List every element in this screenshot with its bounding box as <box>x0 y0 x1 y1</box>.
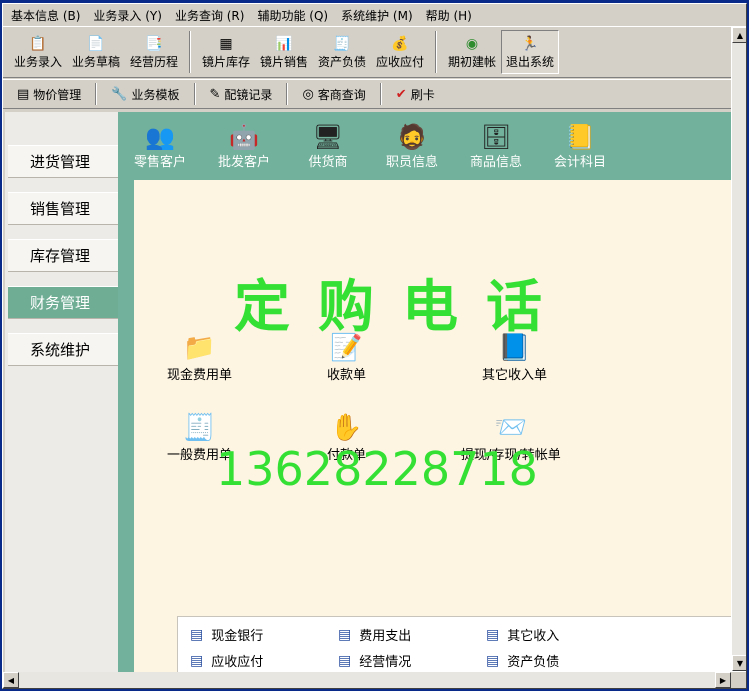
merchant-query-button[interactable]: ◎ 客商查询 <box>298 82 379 106</box>
info-iconbar: 👥 零售客户 🤖 批发客户 🖥 供货商 🧔 职员信息 🗄 商品信息 📒 会计科目 <box>118 112 733 176</box>
list-icon: ▤ <box>338 626 352 643</box>
cash-expense-icon: 📁 <box>183 333 216 363</box>
balance-sheet-button[interactable]: 🧾 资产负债 <box>313 27 371 77</box>
checkmark-icon: ✔ <box>395 86 407 102</box>
left-navigation: 进货管理 销售管理 库存管理 财务管理 系统维护 <box>5 112 118 678</box>
content-frame: 👥 零售客户 🤖 批发客户 🖥 供货商 🧔 职员信息 🗄 商品信息 📒 会计科目… <box>118 112 746 678</box>
toolbar-separator <box>95 83 98 105</box>
horizontal-scrollbar[interactable]: ◀ ▶ <box>3 672 731 688</box>
balance-icon: 🧾 <box>333 35 351 52</box>
secondary-toolbar: ▤ 物价管理 🔧 业务模板 ✎ 配镜记录 ◎ 客商查询 ✔ 刷卡 <box>3 79 746 109</box>
lens-stock-button[interactable]: ▦ 镜片库存 <box>197 27 255 77</box>
wholesale-customer-icon: 🤖 <box>229 123 259 151</box>
transfer-icon: 📨 <box>494 413 528 443</box>
list-icon: ▤ <box>486 626 500 643</box>
entry-icon: 📋 <box>29 35 47 52</box>
order-phone-watermark-title: 定购电话 <box>234 275 570 340</box>
finance-panel: 📁 现金费用单 📝 收款单 📘 其它收入单 🧾 一般费用单 ✋ 付款单 📨 提现… <box>134 180 746 678</box>
exit-runner-icon: 🏃 <box>521 35 539 52</box>
accounting-subject-button[interactable]: 📒 会计科目 <box>538 112 622 176</box>
nav-item-inventory[interactable]: 库存管理 <box>8 239 118 272</box>
nav-item-purchase[interactable]: 进货管理 <box>8 145 118 178</box>
lens-sales-button[interactable]: 📊 镜片销售 <box>255 27 313 77</box>
vertical-scrollbar[interactable]: ▲ ▼ <box>731 27 746 671</box>
business-template-button[interactable]: 🔧 业务模板 <box>107 82 193 106</box>
payment-hand-icon: ✋ <box>330 413 363 443</box>
card-swipe-button[interactable]: ✔ 刷卡 <box>392 82 449 106</box>
toolbar-separator <box>379 83 382 105</box>
opening-account-button[interactable]: ◉ 期初建帐 <box>443 27 501 77</box>
product-info-button[interactable]: 🗄 商品信息 <box>454 112 538 176</box>
exit-system-button[interactable]: 🏃 退出系统 <box>501 30 560 74</box>
general-expense-icon: 🧾 <box>183 413 216 443</box>
list-icon: ▤ <box>338 652 352 669</box>
receivable-payable-button[interactable]: 💰 应收应付 <box>371 27 429 77</box>
menu-business-entry[interactable]: 业务录入 (Y) <box>89 7 171 24</box>
menu-system-maintenance[interactable]: 系统维护 (M) <box>337 7 422 24</box>
link-cash-bank[interactable]: ▤ 现金银行 <box>190 625 263 645</box>
menu-basic-info[interactable]: 基本信息 (B) <box>7 7 89 24</box>
menu-business-query[interactable]: 业务查询 (R) <box>171 7 254 24</box>
toolbar-separator <box>435 31 437 73</box>
link-balance-sheet[interactable]: ▤ 资产负债 <box>486 651 559 671</box>
report-links: ▤ 现金银行 ▤ 费用支出 ▤ 其它收入 ▤ 应收应付 ▤ 经营情况 ▤ 资产负… <box>177 616 746 674</box>
scroll-left-icon[interactable]: ◀ <box>3 672 19 688</box>
operation-history-button[interactable]: 📑 经营历程 <box>125 27 183 77</box>
link-expense[interactable]: ▤ 费用支出 <box>338 625 411 645</box>
business-entry-button[interactable]: 📋 业务录入 <box>9 27 67 77</box>
list-icon: ▤ <box>190 652 204 669</box>
lens-stock-icon: ▦ <box>219 35 233 52</box>
product-icon: 🗄 <box>480 123 512 151</box>
staff-icon: 🧔 <box>397 123 427 151</box>
menu-aux-functions[interactable]: 辅助功能 (Q) <box>253 7 337 24</box>
supplier-button[interactable]: 🖥 供货商 <box>286 112 370 176</box>
list-icon: ▤ <box>486 652 500 669</box>
menubar: 基本信息 (B) 业务录入 (Y) 业务查询 (R) 辅助功能 (Q) 系统维护… <box>3 4 746 26</box>
template-icon: 🔧 <box>111 86 128 102</box>
price-icon: ▤ <box>17 86 30 102</box>
retail-customer-button[interactable]: 👥 零售客户 <box>118 112 202 176</box>
scroll-right-icon[interactable]: ▶ <box>715 672 731 688</box>
toolbar-separator <box>286 83 289 105</box>
nav-item-system[interactable]: 系统维护 <box>8 333 118 366</box>
retail-customer-icon: 👥 <box>145 123 175 151</box>
list-icon: ▤ <box>190 626 204 643</box>
main-toolbar: 📋 业务录入 📄 业务草稿 📑 经营历程 ▦ 镜片库存 📊 镜片销售 🧾 资产负… <box>3 26 746 78</box>
glasses-record-button[interactable]: ✎ 配镜记录 <box>206 82 287 106</box>
nav-item-finance[interactable]: 财务管理 <box>8 286 118 319</box>
history-icon: 📑 <box>145 35 163 52</box>
toolbar-separator <box>193 83 196 105</box>
cash-expense-doc[interactable]: 📁 现金费用单 <box>167 332 232 383</box>
scroll-up-icon[interactable]: ▲ <box>732 27 746 43</box>
nav-item-sales[interactable]: 销售管理 <box>8 192 118 225</box>
toolbar-separator <box>189 31 191 73</box>
link-receivable-payable[interactable]: ▤ 应收应付 <box>190 651 263 671</box>
supplier-icon: 🖥 <box>312 123 344 151</box>
app-window: 基本信息 (B) 业务录入 (Y) 业务查询 (R) 辅助功能 (Q) 系统维护… <box>2 3 747 689</box>
order-phone-number: 13628228718 <box>216 442 538 496</box>
link-operation-status[interactable]: ▤ 经营情况 <box>338 651 411 671</box>
menu-help[interactable]: 帮助 (H) <box>422 7 481 24</box>
lens-sales-icon: 📊 <box>275 35 293 52</box>
glasses-record-icon: ✎ <box>209 86 221 102</box>
price-management-button[interactable]: ▤ 物价管理 <box>13 82 95 106</box>
opening-account-icon: ◉ <box>465 35 479 52</box>
wholesale-customer-button[interactable]: 🤖 批发客户 <box>202 112 286 176</box>
scroll-down-icon[interactable]: ▼ <box>732 655 746 671</box>
link-other-income[interactable]: ▤ 其它收入 <box>486 625 559 645</box>
business-draft-button[interactable]: 📄 业务草稿 <box>67 27 125 77</box>
receivable-icon: 💰 <box>391 35 409 52</box>
accounting-icon: 📒 <box>565 123 595 151</box>
draft-icon: 📄 <box>87 35 105 52</box>
staff-info-button[interactable]: 🧔 职员信息 <box>370 112 454 176</box>
scroll-corner <box>731 672 746 688</box>
query-icon: ◎ <box>302 86 314 102</box>
